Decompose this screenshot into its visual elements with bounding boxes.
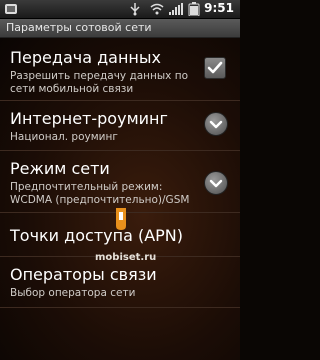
data-transfer-checkbox[interactable] — [204, 57, 226, 79]
signal-icon — [169, 3, 183, 15]
title-bar: Параметры сотовой сети — [0, 19, 240, 38]
setting-label: Режим сети — [10, 159, 110, 178]
setting-summary: Предпочтительный режим: WCDMA (предпочти… — [10, 181, 190, 206]
page-title: Параметры сотовой сети — [6, 21, 152, 34]
divider — [0, 307, 240, 308]
setting-internet-roaming[interactable]: Интернет-роуминг Национал. роуминг — [0, 101, 240, 150]
notification-icon — [5, 4, 17, 14]
roaming-dropdown[interactable] — [204, 112, 228, 136]
chevron-down-icon — [209, 120, 223, 129]
usb-icon — [130, 3, 140, 16]
setting-carriers[interactable]: Операторы связи Выбор оператора сети — [0, 257, 240, 307]
clock: 9:51 — [204, 1, 234, 15]
watermark-logo — [116, 208, 126, 230]
setting-label: Операторы связи — [10, 265, 157, 284]
check-icon — [207, 61, 223, 74]
setting-label: Передача данных — [10, 48, 161, 67]
setting-summary: Выбор оператора сети — [10, 287, 136, 299]
watermark-text: mobiset.ru — [95, 252, 157, 263]
wifi-icon — [150, 3, 164, 15]
setting-label: Интернет-роуминг — [10, 109, 168, 128]
chevron-down-icon — [209, 179, 223, 188]
status-bar: 9:51 — [0, 0, 240, 19]
setting-data-transfer[interactable]: Передача данных Разрешить передачу данны… — [0, 38, 240, 100]
setting-network-mode[interactable]: Режим сети Предпочтительный режим: WCDMA… — [0, 151, 240, 212]
network-mode-dropdown[interactable] — [204, 171, 228, 195]
setting-summary: Разрешить передачу данных по сети мобиль… — [10, 70, 189, 95]
setting-label: Точки доступа (APN) — [10, 226, 183, 245]
settings-list: Передача данных Разрешить передачу данны… — [0, 38, 240, 360]
battery-icon — [188, 2, 200, 16]
setting-summary: Национал. роуминг — [10, 131, 118, 143]
